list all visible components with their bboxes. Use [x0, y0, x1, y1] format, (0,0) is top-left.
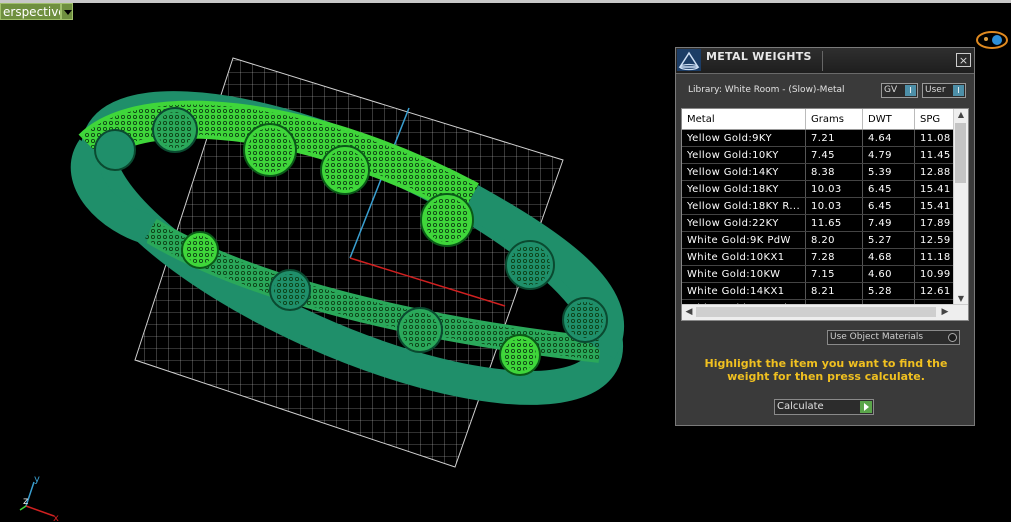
- gv-toggle[interactable]: GV I: [881, 83, 918, 98]
- cell-grams: 11.65: [805, 214, 863, 232]
- table-row[interactable]: White Gold:9K PdW 8.20 5.27 12.59: [682, 231, 966, 249]
- metal-weights-panel: METAL WEIGHTS × Library: White Room - (S…: [675, 47, 975, 426]
- cell-grams: 8.21: [805, 282, 863, 300]
- cell-metal: Yellow Gold:22KY: [682, 214, 806, 232]
- cell-dwt: 6.45: [862, 197, 915, 215]
- title-divider: [822, 51, 823, 71]
- cell-grams: 7.15: [805, 265, 863, 283]
- view-cube-icon[interactable]: [974, 27, 1010, 53]
- use-object-materials-option[interactable]: Use Object Materials: [827, 330, 960, 345]
- cell-dwt: 4.68: [862, 248, 915, 266]
- axis-y-label: y: [34, 474, 40, 485]
- cell-metal: White Gold:10KX1: [682, 248, 806, 266]
- axis-gizmo: y z x: [19, 474, 59, 522]
- column-header-grams[interactable]: Grams: [805, 109, 863, 130]
- table-row[interactable]: Yellow Gold:14KY 8.38 5.39 12.88: [682, 163, 966, 181]
- instruction-text: Highlight the item you want to find the …: [704, 357, 948, 383]
- cell-dwt: 4.64: [862, 129, 915, 147]
- calculate-button[interactable]: Calculate: [774, 399, 874, 415]
- cell-dwt: 5.39: [862, 163, 915, 181]
- table-row[interactable]: Yellow Gold:10KY 7.45 4.79 11.45: [682, 146, 966, 164]
- user-indicator: I: [953, 85, 964, 96]
- cell-metal: Yellow Gold:9KY: [682, 129, 806, 147]
- user-toggle-label: User: [925, 85, 946, 95]
- table-row[interactable]: Yellow Gold:18KY 10.03 6.45 15.41: [682, 180, 966, 198]
- cell-dwt: 4.79: [862, 146, 915, 164]
- cell-metal: Yellow Gold:18KY: [682, 180, 806, 198]
- scroll-right-icon[interactable]: ▶: [938, 305, 952, 320]
- table-row[interactable]: White Gold:14KX1 8.21 5.28 12.61: [682, 282, 966, 300]
- table-row[interactable]: White Gold:10KW 7.15 4.60 10.99: [682, 265, 966, 283]
- user-toggle[interactable]: User I: [922, 83, 966, 98]
- library-label: Library: White Room - (Slow)-Metal: [688, 85, 845, 95]
- play-arrow-icon[interactable]: [860, 401, 872, 413]
- axis-x-label: x: [53, 513, 59, 522]
- horizontal-scroll-thumb[interactable]: [696, 307, 936, 317]
- close-button[interactable]: ×: [956, 53, 971, 67]
- gv-toggle-label: GV: [884, 85, 898, 95]
- cell-metal: Yellow Gold:18KY R...: [682, 197, 806, 215]
- cell-dwt: 4.60: [862, 265, 915, 283]
- use-object-materials-radio[interactable]: [948, 333, 957, 342]
- table-row[interactable]: Yellow Gold:22KY 11.65 7.49 17.89: [682, 214, 966, 232]
- gv-indicator: I: [905, 85, 916, 96]
- cell-dwt: 7.49: [862, 214, 915, 232]
- cell-metal: White Gold:14KX1: [682, 282, 806, 300]
- metal-table[interactable]: Metal Grams DWT SPG Yellow Gold:9KY 7.21 4…: [681, 108, 969, 321]
- cell-grams: 10.03: [805, 197, 863, 215]
- cell-grams: 7.45: [805, 146, 863, 164]
- scale-logo-icon: [677, 49, 701, 71]
- cell-grams: 7.28: [805, 248, 863, 266]
- scroll-up-icon[interactable]: ▲: [954, 109, 968, 121]
- cell-grams: 7.21: [805, 129, 863, 147]
- vertical-scroll-thumb[interactable]: [955, 123, 966, 183]
- table-horizontal-scrollbar[interactable]: ◀ ▶: [682, 304, 968, 320]
- cell-dwt: 5.28: [862, 282, 915, 300]
- cell-dwt: 5.27: [862, 231, 915, 249]
- calculate-label: Calculate: [777, 401, 824, 412]
- cell-grams: 10.03: [805, 180, 863, 198]
- cell-metal: White Gold:9K PdW: [682, 231, 806, 249]
- table-row[interactable]: White Gold:10KX1 7.28 4.68 11.18: [682, 248, 966, 266]
- table-vertical-scrollbar[interactable]: ▲ ▼: [953, 109, 968, 305]
- column-header-dwt[interactable]: DWT: [862, 109, 915, 130]
- cell-dwt: 6.45: [862, 180, 915, 198]
- axis-z-label: z: [23, 496, 28, 507]
- use-object-materials-label: Use Object Materials: [830, 332, 924, 342]
- table-row[interactable]: Yellow Gold:9KY 7.21 4.64 11.08: [682, 129, 966, 147]
- cell-metal: White Gold:10KW: [682, 265, 806, 283]
- table-row[interactable]: Yellow Gold:18KY R... 10.03 6.45 15.41: [682, 197, 966, 215]
- scroll-left-icon[interactable]: ◀: [682, 305, 696, 320]
- cell-grams: 8.20: [805, 231, 863, 249]
- cell-metal: Yellow Gold:14KY: [682, 163, 806, 181]
- cell-grams: 8.38: [805, 163, 863, 181]
- column-header-metal[interactable]: Metal: [682, 109, 806, 130]
- panel-header[interactable]: METAL WEIGHTS ×: [676, 48, 974, 74]
- cell-metal: Yellow Gold:10KY: [682, 146, 806, 164]
- table-header-row: Metal Grams DWT SPG: [682, 109, 966, 130]
- panel-title: METAL WEIGHTS: [706, 50, 812, 63]
